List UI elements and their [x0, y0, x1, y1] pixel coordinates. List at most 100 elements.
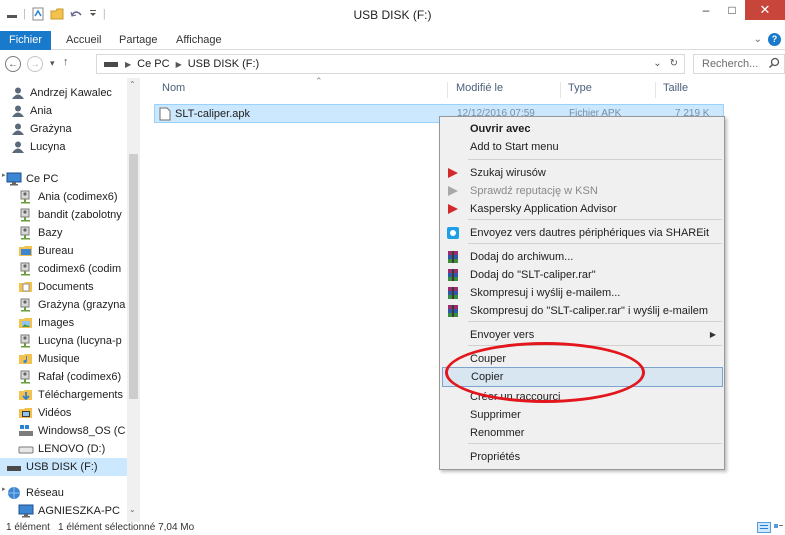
nav-item-label: Windows8_OS (C — [38, 425, 126, 437]
tab-home[interactable]: Accueil — [66, 32, 101, 49]
menu-separator — [468, 443, 722, 444]
scroll-down-icon[interactable]: ⌄ — [129, 505, 136, 514]
nav-item[interactable]: Ania (codimex6) — [18, 188, 117, 206]
menu-item-label: Envoyer vers — [470, 329, 535, 341]
network-user-icon — [18, 226, 34, 240]
menu-item[interactable]: Kaspersky Application Advisor — [440, 199, 724, 219]
nav-item[interactable]: Musique — [18, 350, 80, 368]
column-divider[interactable] — [560, 82, 561, 98]
tiles-view-icon[interactable] — [773, 522, 783, 533]
menu-item[interactable]: Supprimer — [440, 405, 724, 425]
user-icon — [10, 140, 26, 154]
expand-chevron-icon[interactable]: ▸ — [2, 171, 6, 179]
nav-item[interactable]: Ce PC — [6, 170, 58, 188]
desktop-folder-icon — [18, 244, 34, 258]
menu-item[interactable]: Créer un raccourci — [440, 387, 724, 407]
nav-item[interactable]: Vidéos — [18, 404, 71, 422]
search-icon — [768, 57, 780, 69]
menu-item-label: Dodaj do archiwum... — [470, 251, 574, 263]
scrollbar-thumb[interactable] — [129, 154, 138, 399]
winrar-icon — [446, 268, 460, 282]
help-icon[interactable]: ? — [768, 33, 781, 46]
menu-item-label: Sprawdź reputację w KSN — [470, 185, 598, 197]
menu-item-label: Couper — [470, 353, 507, 365]
scroll-up-icon[interactable]: ⌃ — [129, 80, 136, 89]
nav-item[interactable]: AGNIESZKA-PC — [18, 502, 120, 520]
breadcrumb-ce-pc[interactable]: Ce PC — [137, 58, 169, 70]
nav-item[interactable]: Documents — [18, 278, 94, 296]
nav-item[interactable]: LENOVO (D:) — [18, 440, 105, 458]
menu-item[interactable]: Dodaj do "SLT-caliper.rar" — [440, 265, 724, 285]
nav-item[interactable]: bandit (zabolotny — [18, 206, 122, 224]
maximize-button[interactable]: □ — [719, 0, 745, 20]
nav-item[interactable]: Andrzej Kawalec — [10, 84, 112, 102]
breadcrumb-separator-icon[interactable]: ▶ — [176, 60, 182, 69]
nav-item-label: AGNIESZKA-PC — [38, 505, 120, 517]
menu-item[interactable]: Copier — [442, 367, 723, 387]
nav-item-label: Grażyna (grazyna — [38, 299, 126, 311]
title-bar: | | USB DISK (F:) – □ ✕ — [0, 0, 785, 30]
menu-item[interactable]: Ouvrir avec — [440, 119, 724, 139]
expand-ribbon-icon[interactable]: ⌄ — [754, 34, 762, 45]
menu-item[interactable]: Envoyez vers dautres périphériques via S… — [440, 223, 724, 243]
column-size[interactable]: Taille — [663, 82, 688, 100]
search-input[interactable]: Recherch... — [702, 58, 758, 70]
menu-item[interactable]: Renommer — [440, 423, 724, 443]
column-modified[interactable]: Modifié le — [456, 82, 503, 100]
menu-item[interactable]: Couper — [440, 349, 724, 369]
network-user-icon — [18, 262, 34, 276]
tab-view[interactable]: Affichage — [176, 32, 222, 49]
menu-item[interactable]: Szukaj wirusów — [440, 163, 724, 183]
up-arrow-icon[interactable]: ↑ — [63, 56, 69, 68]
nav-item[interactable]: Téléchargements — [18, 386, 123, 404]
expand-chevron-icon[interactable]: ▸ — [2, 485, 6, 493]
details-view-icon[interactable] — [757, 522, 771, 533]
recent-locations-icon[interactable]: ▾ — [50, 58, 55, 69]
menu-item-label: Dodaj do "SLT-caliper.rar" — [470, 269, 596, 281]
music-folder-icon — [18, 352, 34, 366]
nav-item-label: Bazy — [38, 227, 63, 239]
menu-item[interactable]: Skompresuj i wyślij e-mailem... — [440, 283, 724, 303]
column-name[interactable]: Nom — [162, 82, 185, 100]
nav-item[interactable]: codimex6 (codim — [18, 260, 121, 278]
user-icon — [10, 86, 26, 100]
nav-item[interactable]: Réseau — [6, 484, 64, 502]
nav-item[interactable]: USB DISK (F:) — [0, 458, 127, 476]
menu-item[interactable]: Dodaj do archiwum... — [440, 247, 724, 267]
forward-button[interactable]: → — [27, 56, 43, 72]
close-button[interactable]: ✕ — [745, 0, 785, 20]
refresh-icon[interactable]: ↻ — [670, 58, 678, 69]
nav-item[interactable]: Lucyna — [10, 138, 65, 156]
minimize-button[interactable]: – — [693, 0, 719, 20]
selection-info: 1 élément sélectionné 7,04 Mo — [58, 522, 195, 533]
navigation-scrollbar[interactable]: ⌃ ⌄ — [127, 78, 140, 522]
menu-item[interactable]: Add to Start menu — [440, 137, 724, 157]
nav-item[interactable]: Bureau — [18, 242, 73, 260]
column-divider[interactable] — [655, 82, 656, 98]
file-icon — [159, 107, 171, 121]
nav-item[interactable]: Lucyna (lucyna-p — [18, 332, 122, 350]
address-dropdown-icon[interactable]: ⌄ — [653, 58, 661, 69]
network-user-icon — [18, 208, 34, 222]
nav-item[interactable]: Grażyna — [10, 120, 72, 138]
address-bar[interactable]: ▶ Ce PC ▶ USB DISK (F:) ⌄ ↻ — [96, 54, 685, 74]
nav-item[interactable]: Ania — [10, 102, 52, 120]
menu-item[interactable]: Envoyer vers ▶ — [440, 325, 724, 345]
view-buttons — [757, 522, 783, 533]
column-type[interactable]: Type — [568, 82, 592, 100]
nav-item[interactable]: Windows8_OS (C — [18, 422, 125, 440]
breadcrumb-separator-icon[interactable]: ▶ — [125, 60, 131, 69]
search-box[interactable]: Recherch... — [693, 54, 785, 74]
back-button[interactable]: ← — [5, 56, 21, 72]
tab-file[interactable]: Fichier — [0, 31, 51, 50]
breadcrumb-usb-disk[interactable]: USB DISK (F:) — [188, 58, 260, 70]
menu-item[interactable]: Skompresuj do "SLT-caliper.rar" i wyślij… — [440, 301, 724, 321]
nav-item[interactable]: Grażyna (grazyna — [18, 296, 125, 314]
column-divider[interactable] — [447, 82, 448, 98]
nav-item[interactable]: Rafał (codimex6) — [18, 368, 121, 386]
tab-share[interactable]: Partage — [119, 32, 158, 49]
menu-item[interactable]: Propriétés — [440, 447, 724, 467]
nav-item[interactable]: Bazy — [18, 224, 62, 242]
nav-item-label: Réseau — [26, 487, 64, 499]
nav-item[interactable]: Images — [18, 314, 74, 332]
